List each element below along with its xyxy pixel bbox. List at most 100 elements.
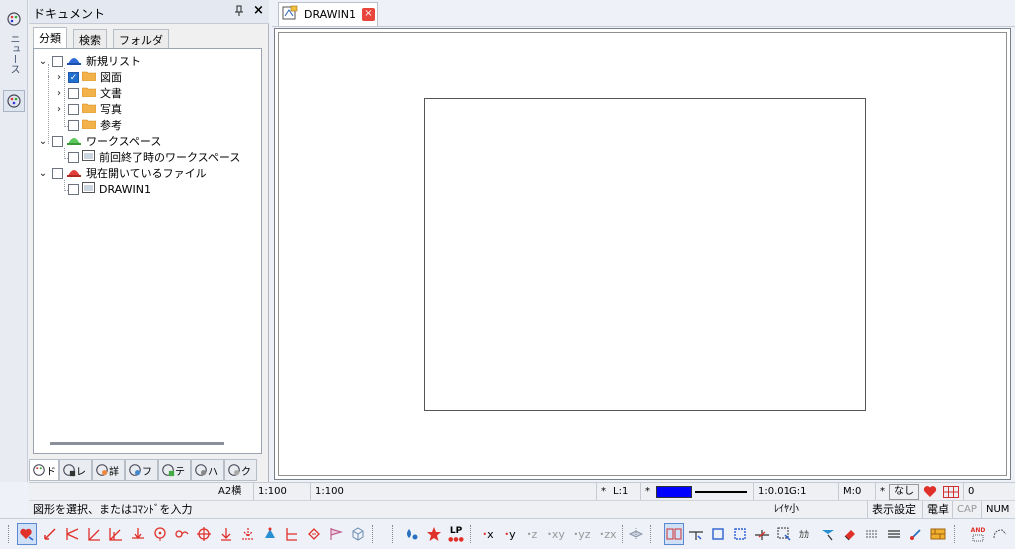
- expand-icon[interactable]: ›: [54, 72, 64, 83]
- tree-node-drawin1[interactable]: DRAWIN1: [54, 181, 151, 197]
- division-snap-icon[interactable]: [84, 523, 104, 545]
- select-polygon-icon[interactable]: [774, 523, 794, 545]
- hatch-lines-icon[interactable]: [862, 523, 882, 545]
- free-snap-icon[interactable]: [17, 523, 37, 545]
- vertex-snap-icon[interactable]: [260, 523, 280, 545]
- tree-node-references[interactable]: 参考: [54, 117, 122, 133]
- midpoint-snap-icon[interactable]: [62, 523, 82, 545]
- 3d-view-icon[interactable]: [626, 523, 646, 545]
- z-axis-button[interactable]: • z: [522, 523, 542, 545]
- extension-snap-icon[interactable]: [238, 523, 258, 545]
- line-type-sample[interactable]: [695, 491, 747, 493]
- select-crossing-icon[interactable]: [730, 523, 750, 545]
- intersection-snap-icon[interactable]: [106, 523, 126, 545]
- tree-node-photos[interactable]: › 写真: [54, 101, 122, 117]
- checkbox[interactable]: [68, 119, 79, 131]
- tab-drawin1[interactable]: DRAWIN1 ×: [278, 2, 378, 26]
- bottom-tab-file[interactable]: フ: [125, 459, 158, 481]
- heart-icon[interactable]: [923, 485, 937, 501]
- tree-node-new-list[interactable]: ⌄ 新規リスト: [38, 53, 141, 69]
- x-axis-button[interactable]: • x: [478, 523, 498, 545]
- paper-size[interactable]: A2横: [214, 483, 241, 501]
- collapse-icon[interactable]: ⌄: [38, 56, 48, 67]
- color-swatch[interactable]: [656, 486, 692, 498]
- bottom-tab-hatch[interactable]: ハ: [191, 459, 224, 481]
- star-icon[interactable]: [424, 523, 444, 545]
- parallel-snap-icon[interactable]: [282, 523, 302, 545]
- collapse-icon[interactable]: ⌄: [38, 136, 48, 147]
- pin-icon[interactable]: [234, 5, 244, 20]
- select-window-icon[interactable]: [664, 523, 684, 545]
- palette-icon[interactable]: [3, 8, 25, 30]
- tab-category[interactable]: 分類: [33, 27, 67, 48]
- document-panel-icon[interactable]: [3, 90, 25, 112]
- tree-node-documents[interactable]: › 文書: [54, 85, 122, 101]
- tree-node-workspace[interactable]: ⌄ ワークスペース: [38, 133, 162, 149]
- drawing-canvas[interactable]: [278, 32, 1007, 476]
- checkbox[interactable]: [52, 55, 63, 67]
- eraser-icon[interactable]: [840, 523, 860, 545]
- cube-snap-icon[interactable]: [348, 523, 368, 545]
- y-axis-button[interactable]: • y: [500, 523, 520, 545]
- checkbox[interactable]: [52, 167, 63, 179]
- calculator-button[interactable]: 電卓: [922, 501, 949, 519]
- layer-small[interactable]: ﾚｲﾔ小: [770, 501, 799, 519]
- scale-2[interactable]: 1:100: [310, 483, 344, 501]
- rotate-snap-icon[interactable]: [304, 523, 324, 545]
- grid-icon[interactable]: [943, 486, 959, 501]
- checkbox[interactable]: [68, 151, 79, 163]
- center-snap-icon[interactable]: [150, 523, 170, 545]
- checkbox[interactable]: [68, 103, 79, 115]
- tab-folder[interactable]: フォルダ: [113, 29, 169, 48]
- tree-node-open-files[interactable]: ⌄ 現在開いているファイル: [38, 165, 207, 181]
- layer-filter-icon[interactable]: [818, 523, 838, 545]
- lasso-icon[interactable]: [990, 523, 1010, 545]
- tree-node-drawings[interactable]: › ✓ 図面: [54, 69, 122, 85]
- checkbox[interactable]: [68, 87, 79, 99]
- bottom-tab-layer[interactable]: レ: [59, 459, 92, 481]
- scale-1[interactable]: 1:100: [253, 483, 287, 501]
- close-panel-button[interactable]: ×: [253, 3, 264, 18]
- collapse-icon[interactable]: ⌄: [38, 168, 48, 179]
- tangent-snap-icon[interactable]: [172, 523, 192, 545]
- parallel-lines-icon[interactable]: [884, 523, 904, 545]
- expand-icon[interactable]: ›: [54, 104, 64, 115]
- drawing-area[interactable]: [274, 28, 1011, 480]
- horizontal-scrollbar[interactable]: [50, 442, 224, 445]
- nearest-snap-icon[interactable]: [216, 523, 236, 545]
- tree-node-last-workspace[interactable]: 前回終了時のワークスペース: [54, 149, 240, 165]
- close-tab-icon[interactable]: ×: [361, 8, 375, 21]
- layer-indicator[interactable]: L:1: [609, 483, 628, 501]
- lp-button[interactable]: LP ●●●: [446, 523, 466, 545]
- news-strip-label[interactable]: ニュース: [7, 34, 21, 74]
- endpoint-snap-icon[interactable]: [40, 523, 60, 545]
- checkbox[interactable]: [52, 135, 63, 147]
- checkbox[interactable]: [68, 183, 79, 195]
- display-setting-button[interactable]: 表示設定: [867, 501, 916, 519]
- zx-plane-button[interactable]: • zx: [596, 523, 620, 545]
- tab-search[interactable]: 検索: [73, 29, 107, 48]
- fill-snap-icon[interactable]: [402, 523, 422, 545]
- select-line-icon[interactable]: [686, 523, 706, 545]
- perpendicular-snap-icon[interactable]: [128, 523, 148, 545]
- folder-icon: [81, 118, 97, 132]
- bottom-tab-detail[interactable]: 詳: [92, 459, 125, 481]
- brick-pattern-icon[interactable]: [928, 523, 948, 545]
- flag-snap-icon[interactable]: [326, 523, 346, 545]
- mode-indicator[interactable]: M:0: [838, 483, 861, 501]
- group-indicator[interactable]: G:1: [785, 483, 806, 501]
- xy-plane-button[interactable]: • xy: [544, 523, 568, 545]
- attribute-icon[interactable]: [906, 523, 926, 545]
- none-field[interactable]: なし: [889, 484, 919, 500]
- expand-icon[interactable]: ›: [54, 88, 64, 99]
- and-button[interactable]: AND: [968, 523, 988, 545]
- yz-plane-button[interactable]: • yz: [570, 523, 594, 545]
- quadrant-snap-icon[interactable]: [194, 523, 214, 545]
- select-rectangle-icon[interactable]: [708, 523, 728, 545]
- select-fence-icon[interactable]: [752, 523, 772, 545]
- bottom-tab-text[interactable]: テ: [158, 459, 191, 481]
- bottom-tab-document[interactable]: ド: [29, 459, 59, 481]
- select-pattern-icon[interactable]: ｶｶ: [796, 523, 816, 545]
- checkbox-checked[interactable]: ✓: [68, 71, 79, 83]
- bottom-tab-clip[interactable]: ク: [224, 459, 257, 481]
